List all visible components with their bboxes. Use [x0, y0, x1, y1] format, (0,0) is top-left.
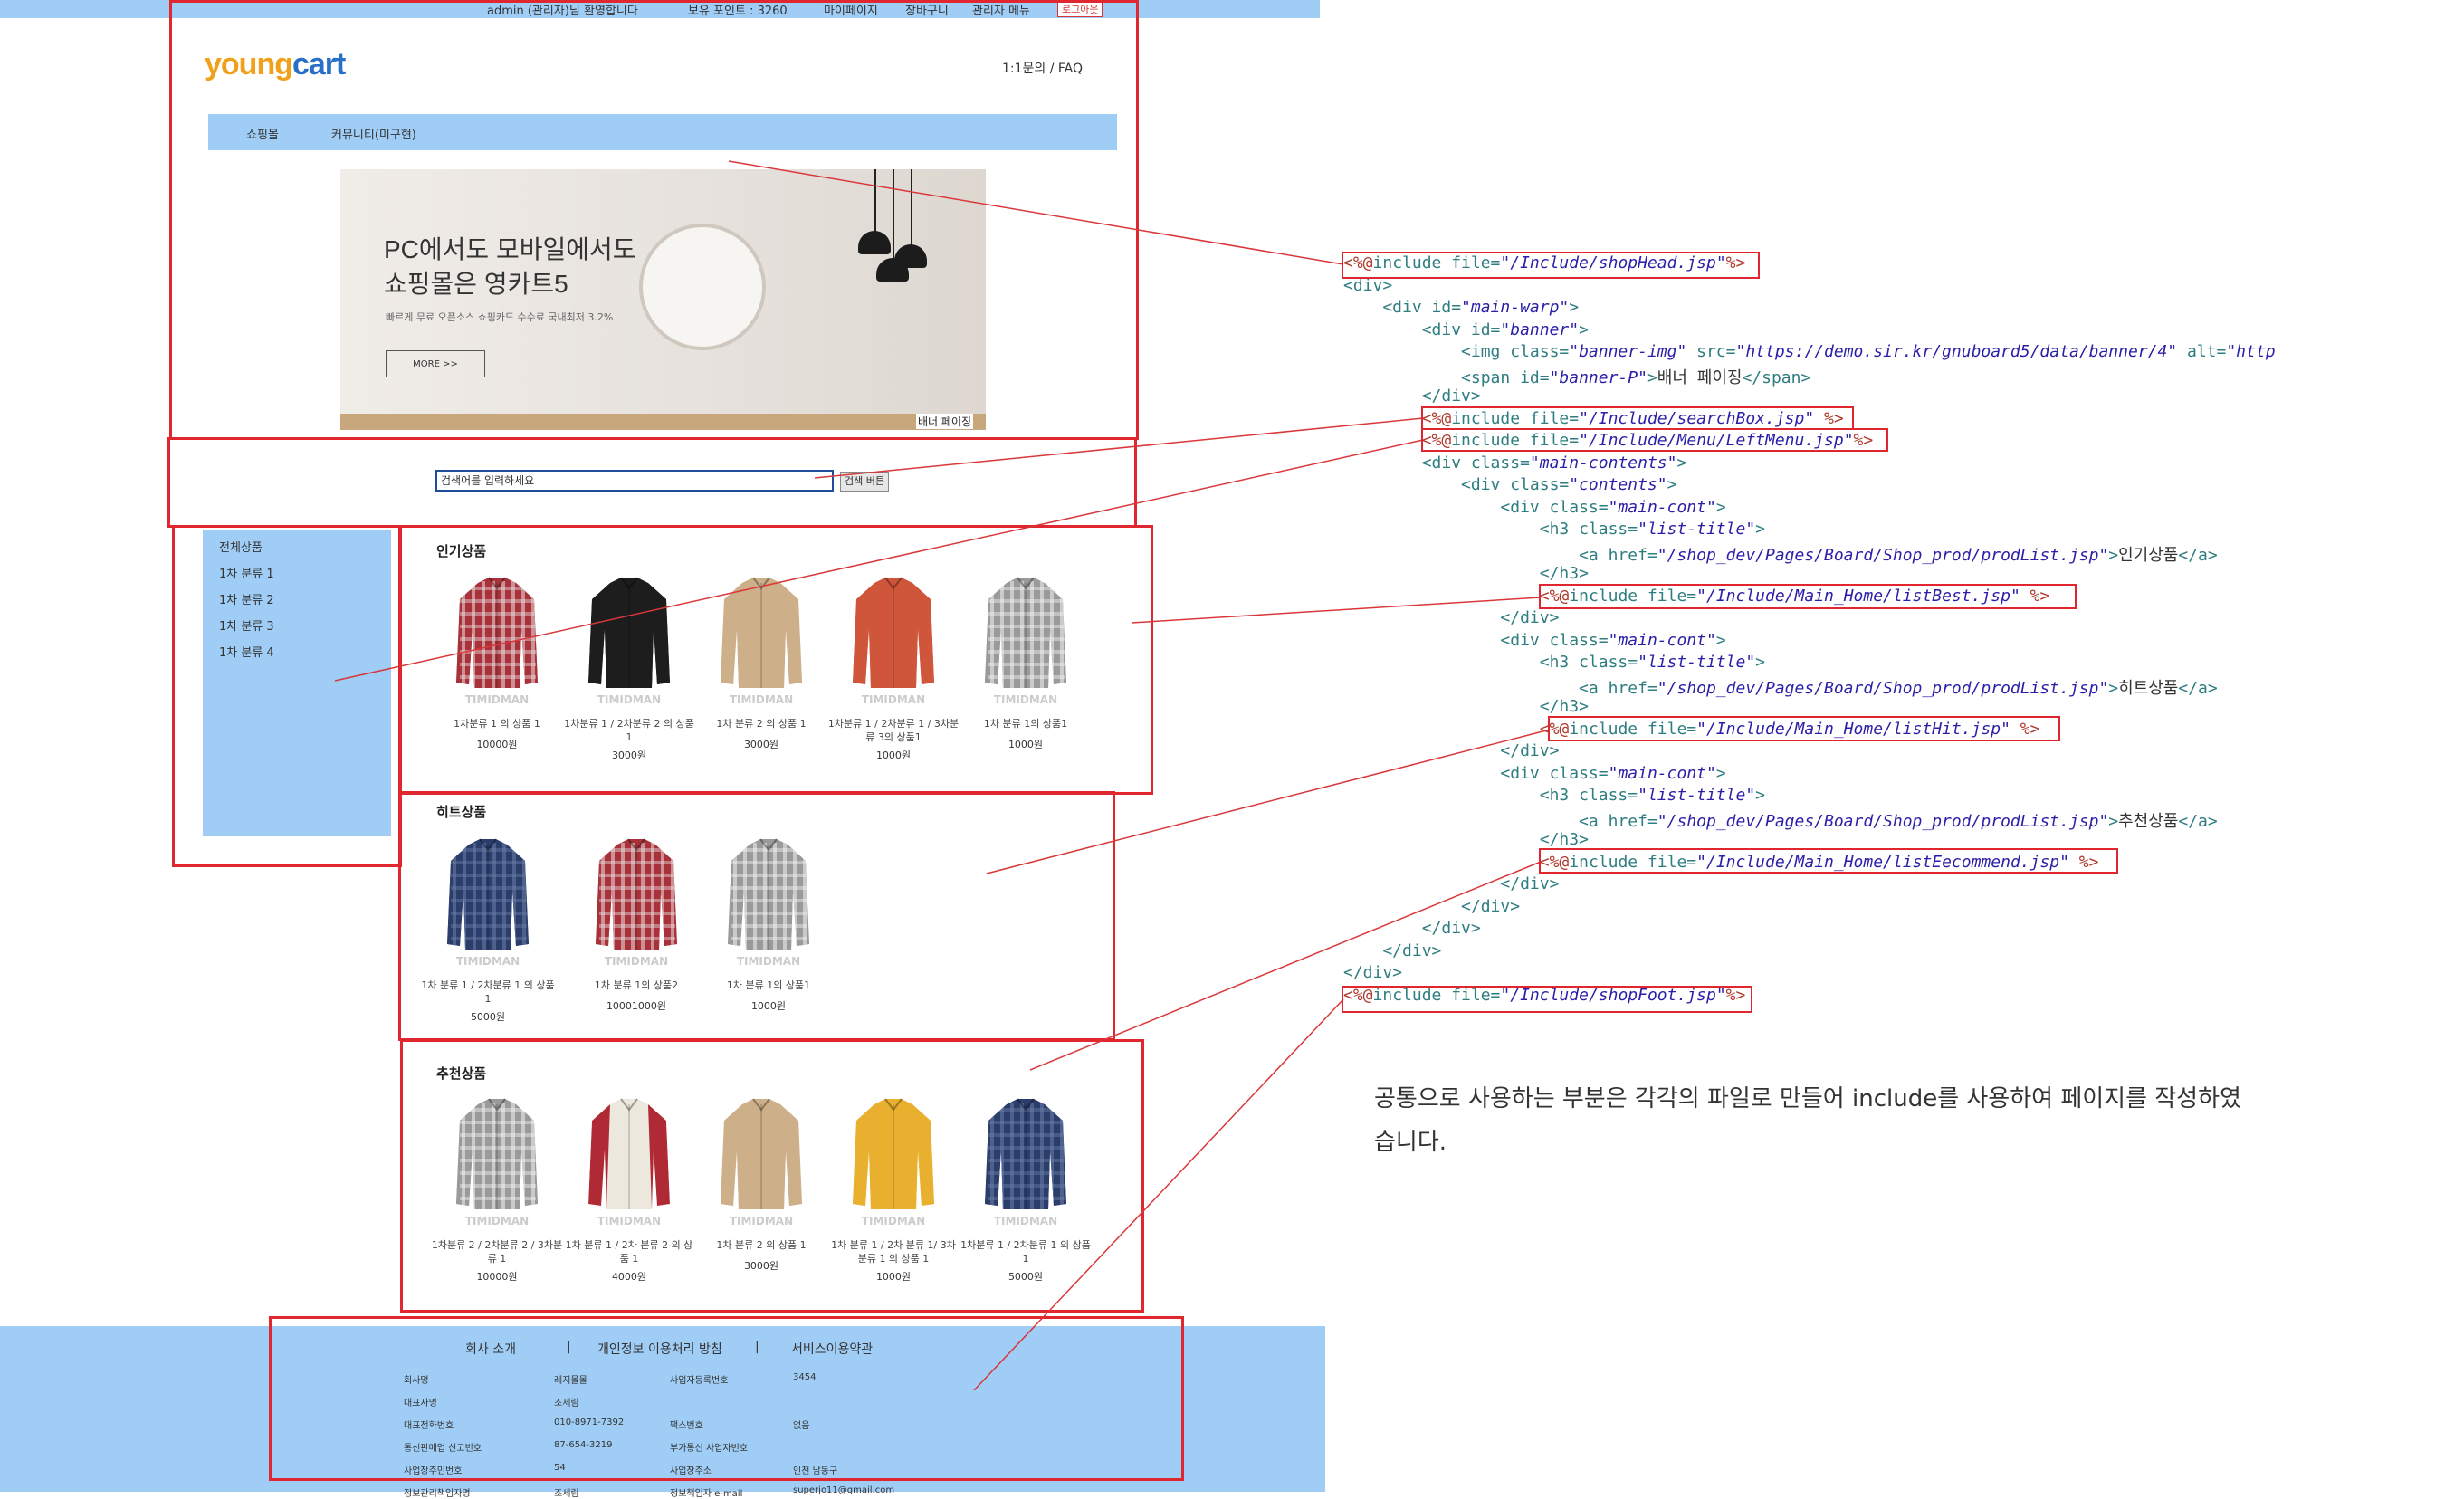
code-line: <a href="/shop_dev/Pages/Board/Shop_prod… — [1343, 678, 2218, 698]
code-highlight-head — [1342, 252, 1760, 279]
connector-lines — [334, 160, 1551, 1391]
code-line: </div> — [1343, 874, 1560, 893]
connector-line-leftmenu — [334, 439, 1424, 682]
code-highlight-hit — [1548, 716, 2060, 741]
code-line: <h3 class="list-title"> — [1343, 786, 1765, 805]
code-highlight-leftmenu — [1421, 428, 1888, 452]
code-highlight-best — [1539, 584, 2077, 609]
code-line: <div class="main-cont"> — [1343, 630, 1726, 650]
code-line: <h3 class="list-title"> — [1343, 520, 1765, 539]
connector-line-search — [814, 417, 1424, 479]
code-line: </h3> — [1343, 564, 1589, 583]
code-highlight-search — [1421, 406, 1854, 430]
code-line: <h3 class="list-title"> — [1343, 653, 1765, 672]
code-line: <a href="/shop_dev/Pages/Board/Shop_prod… — [1343, 545, 2218, 565]
code-line: <div class="main-cont"> — [1343, 763, 1726, 783]
code-line: <a href="/shop_dev/Pages/Board/Shop_prod… — [1343, 811, 2218, 831]
code-line: </div> — [1343, 963, 1403, 982]
code-line: <div id="banner"> — [1343, 320, 1589, 339]
code-highlight-recommend — [1539, 848, 2118, 874]
code-line: <div id="main-warp"> — [1343, 298, 1580, 317]
code-line: </div> — [1343, 608, 1560, 627]
code-line: <img class="banner-img" src="https://dem… — [1343, 342, 2276, 361]
code-line: </h3> — [1343, 697, 1589, 716]
code-line: </div> — [1343, 387, 1481, 406]
code-line: </div> — [1343, 896, 1521, 916]
explanation-note: 공통으로 사용하는 부분은 각각의 파일로 만들어 include를 사용하여 … — [1374, 1085, 2241, 1156]
code-line: <div class="main-cont"> — [1343, 497, 1726, 517]
code-line: </div> — [1343, 741, 1560, 760]
connector-line-head — [728, 160, 1344, 265]
connector-line-foot — [973, 998, 1344, 1391]
code-line: </div> — [1343, 919, 1481, 938]
code-line: </div> — [1343, 940, 1442, 960]
code-line: <div class="main-contents"> — [1343, 453, 1687, 473]
code-line: </h3> — [1343, 830, 1589, 849]
code-line: <span id="banner-P">배너 페이징</span> — [1343, 368, 1811, 387]
code-highlight-foot — [1342, 986, 1752, 1013]
code-line: <div class="contents"> — [1343, 475, 1677, 494]
